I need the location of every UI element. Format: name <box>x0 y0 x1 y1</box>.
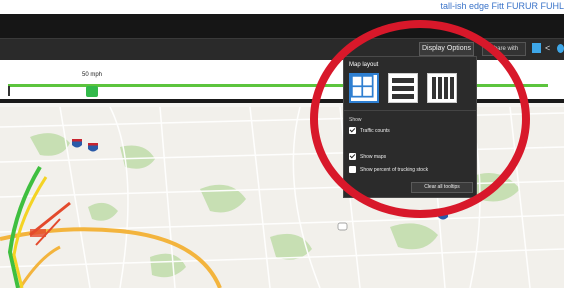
congestion-segment <box>30 229 46 237</box>
route-marker-icon <box>337 222 348 231</box>
toolbar-square-icon[interactable] <box>532 43 541 53</box>
speed-marker-handle[interactable] <box>86 86 98 97</box>
speed-label: 50 mph <box>82 72 103 78</box>
annotation-circle <box>310 20 530 218</box>
highway-shield-icon <box>72 139 82 148</box>
top-cutoff-text: tall-ish edge Fitt FURUR FUHL <box>440 1 564 11</box>
highway-shield-icon <box>88 143 98 152</box>
status-dot-icon <box>557 44 564 53</box>
timeline-tick <box>8 86 10 96</box>
share-icon[interactable]: < <box>545 43 554 53</box>
